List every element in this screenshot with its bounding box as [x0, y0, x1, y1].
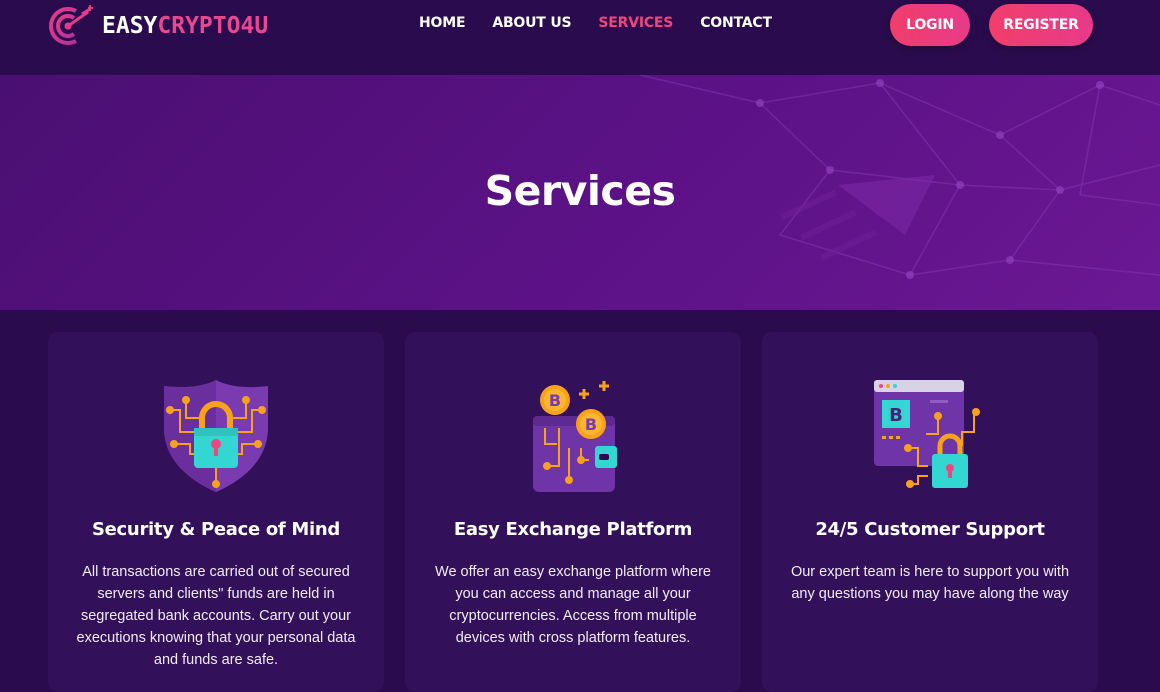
svg-text:B: B: [889, 405, 903, 426]
service-card-security: Security & Peace of Mind All transaction…: [48, 332, 384, 692]
logo-text-crypto: CRYPTO4U: [157, 13, 269, 39]
service-description: Our expert team is here to support you w…: [790, 564, 1070, 602]
nav-home[interactable]: HOME: [419, 15, 466, 31]
page-title: Services: [484, 167, 676, 215]
service-title: 24/5 Customer Support: [815, 519, 1045, 540]
nav-contact[interactable]: CONTACT: [700, 15, 772, 31]
service-title: Easy Exchange Platform: [453, 519, 693, 540]
bitcoin-wallet-icon: B B: [533, 381, 617, 492]
register-button[interactable]: REGISTER: [989, 4, 1093, 46]
service-card-exchange: B B Easy Exchange Platform We offer an e…: [405, 332, 741, 692]
logo-text-easy: EASY: [102, 13, 158, 39]
logo-text: EASYCRYPTO4U: [102, 13, 268, 39]
svg-text:B: B: [585, 415, 597, 434]
logo-target-icon: [49, 5, 93, 45]
site-header: EASYCRYPTO4U HOME ABOUT US SERVICES CONT…: [0, 0, 1160, 75]
nav-about-us[interactable]: ABOUT US: [492, 15, 571, 31]
service-description: We offer an easy exchange platform where…: [435, 564, 711, 646]
nav-services[interactable]: SERVICES: [598, 15, 673, 31]
login-button[interactable]: LOGIN: [890, 4, 970, 46]
browser-lock-icon: B: [874, 380, 980, 488]
main-nav: HOME ABOUT US SERVICES CONTACT: [419, 15, 799, 31]
service-title: Security & Peace of Mind: [91, 519, 340, 540]
shield-lock-icon: [164, 380, 268, 492]
svg-text:B: B: [549, 391, 561, 410]
service-description: All transactions are carried out of secu…: [76, 564, 356, 668]
hero-banner: Services: [0, 75, 1160, 310]
service-card-support: B 24/5 Customer Support Our expert team …: [762, 332, 1098, 692]
site-logo[interactable]: EASYCRYPTO4U: [46, 4, 268, 48]
